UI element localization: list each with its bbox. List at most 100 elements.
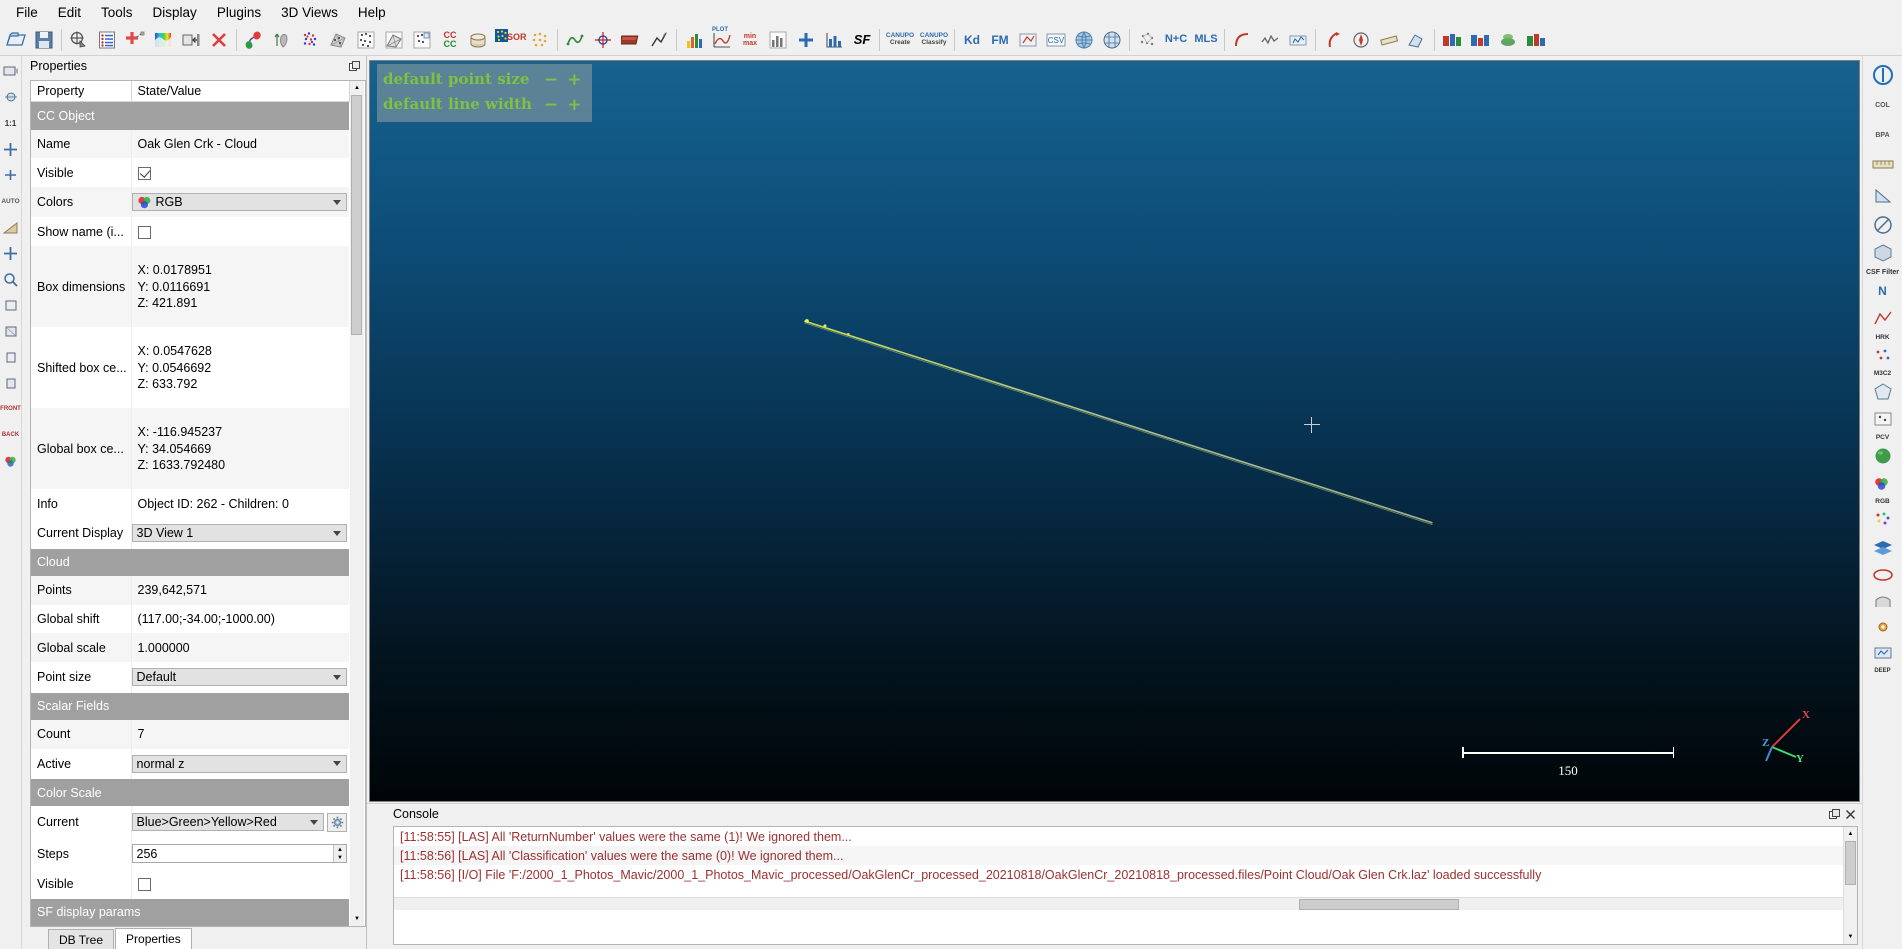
color-scale-visible-checkbox[interactable] — [138, 878, 151, 891]
section-tool-2-icon[interactable] — [1466, 27, 1494, 54]
density-icon[interactable] — [1284, 27, 1312, 54]
line-width-decrease-button[interactable]: − — [544, 93, 558, 118]
menu-item-3d-views[interactable]: 3D Views — [271, 2, 348, 23]
csf-filter-icon[interactable] — [1866, 240, 1900, 266]
ramp-icon[interactable] — [1, 214, 21, 240]
csv-matrix-icon[interactable]: CSV — [1042, 27, 1070, 54]
measure-icon[interactable] — [1375, 27, 1403, 54]
roughness-icon[interactable] — [1256, 27, 1284, 54]
view-left-icon[interactable] — [1, 344, 21, 370]
menu-item-help[interactable]: Help — [348, 2, 396, 23]
north-plugin-icon[interactable]: N — [1866, 278, 1900, 304]
point-size-decrease-button[interactable]: − — [544, 68, 558, 93]
layers-plugin-icon[interactable] — [1866, 534, 1900, 562]
scrollbar-thumb[interactable] — [351, 95, 362, 335]
steps-stepper[interactable]: 256 ▲ ▼ — [132, 844, 348, 863]
ruler-plugin-icon[interactable] — [1866, 150, 1900, 180]
globe-grid-icon[interactable] — [1098, 27, 1126, 54]
sor-filter-icon[interactable]: SOR — [492, 27, 526, 54]
spin-down-icon[interactable]: ▼ — [334, 854, 346, 863]
histogram-icon[interactable] — [680, 27, 708, 54]
bpa-plugin-icon[interactable]: BPA — [1866, 120, 1900, 150]
menu-item-display[interactable]: Display — [143, 2, 207, 23]
curvature-icon[interactable] — [1228, 27, 1256, 54]
cc-cc-icon[interactable]: CCCC — [436, 27, 464, 54]
spin-up-icon[interactable]: ▲ — [334, 845, 346, 854]
globe-icon[interactable] — [1070, 27, 1098, 54]
facet-manager-icon[interactable]: FM — [986, 27, 1014, 54]
pcv-plugin-icon[interactable] — [1866, 406, 1900, 432]
point-size-combo[interactable]: Default — [132, 668, 348, 686]
cloud-mesh-dist-icon[interactable] — [324, 27, 352, 54]
deep-plugin-icon[interactable] — [1866, 640, 1900, 666]
menu-item-file[interactable]: File — [6, 2, 48, 23]
menu-item-plugins[interactable]: Plugins — [207, 2, 271, 23]
add-point-icon[interactable] — [121, 27, 149, 54]
hrk-plugin-icon[interactable] — [1866, 304, 1900, 332]
scrollbar-track[interactable] — [350, 95, 364, 912]
normals-icon[interactable] — [268, 27, 296, 54]
kd-tree-icon[interactable]: Kd — [958, 27, 986, 54]
line-width-increase-button[interactable]: + — [567, 93, 581, 118]
ransac-icon[interactable] — [1403, 27, 1431, 54]
color-ramp-icon[interactable] — [149, 27, 177, 54]
scroll-down-icon[interactable]: ▼ — [1844, 930, 1858, 944]
polyline-icon[interactable] — [561, 27, 589, 54]
registration-icon[interactable] — [240, 27, 268, 54]
undock-icon[interactable] — [1826, 806, 1842, 822]
compass2-icon[interactable] — [1347, 27, 1375, 54]
rgb-plugin-icon[interactable] — [1866, 470, 1900, 496]
bins-icon[interactable] — [764, 27, 792, 54]
minmax-icon[interactable]: minmax — [736, 27, 764, 54]
view-right-icon[interactable] — [1, 370, 21, 396]
colors-icon[interactable] — [1, 448, 21, 474]
ellipse-plugin-icon[interactable] — [1866, 562, 1900, 588]
section-icon[interactable] — [617, 27, 645, 54]
n-plus-c-icon[interactable]: N+C — [1161, 27, 1191, 54]
scrollbar-track[interactable] — [1844, 841, 1858, 930]
global-shift-icon[interactable] — [65, 27, 93, 54]
console-hscrollbar[interactable] — [394, 897, 1843, 910]
console-hscroll-thumb[interactable] — [1299, 899, 1459, 910]
canupo-create-icon[interactable]: CANUPOCreate — [883, 27, 917, 54]
gear2-plugin-icon[interactable] — [1866, 614, 1900, 640]
ratio-1-1-icon[interactable]: 1:1 — [1, 110, 21, 136]
3d-viewport[interactable]: default point size − + default line widt… — [369, 60, 1860, 802]
clone-icon[interactable] — [177, 27, 205, 54]
camera-settings-icon[interactable] — [1, 58, 21, 84]
console-log-list[interactable]: [11:58:55] [LAS] All 'ReturnNumber' valu… — [394, 827, 1843, 944]
view-bottom-icon[interactable]: BACK — [1, 422, 21, 448]
bar-chart-icon[interactable] — [820, 27, 848, 54]
dots-orange-icon[interactable] — [526, 27, 554, 54]
point-pair-align-icon[interactable] — [589, 27, 617, 54]
close-icon[interactable] — [1842, 806, 1858, 822]
scroll-up-icon[interactable]: ▲ — [1844, 827, 1858, 841]
menu-item-tools[interactable]: Tools — [91, 2, 143, 23]
scroll-down-icon[interactable]: ▼ — [350, 912, 364, 926]
gear-icon[interactable] — [327, 813, 347, 832]
auto-pick-icon[interactable] — [1, 162, 21, 188]
tunnel-plugin-icon[interactable] — [1866, 588, 1900, 614]
angle-plugin-icon[interactable] — [1866, 180, 1900, 210]
sf-tool-icon[interactable]: SF — [848, 27, 876, 54]
console-vscrollbar[interactable]: ▲ ▼ — [1843, 827, 1857, 944]
ccviewer-icon[interactable] — [1866, 60, 1900, 90]
trace-polyline-icon[interactable] — [645, 27, 673, 54]
delete-icon[interactable] — [205, 27, 233, 54]
current-display-combo[interactable]: 3D View 1 — [132, 524, 348, 542]
section-tool-3-icon[interactable] — [1494, 27, 1522, 54]
sphere-green-icon[interactable] — [1866, 442, 1900, 470]
plot-icon[interactable]: PLOT — [708, 27, 736, 54]
steps-value[interactable]: 256 — [133, 845, 334, 862]
color-scale-combo[interactable]: Blue>Green>Yellow>Red — [132, 813, 325, 831]
properties-list-icon[interactable] — [93, 27, 121, 54]
object-centered-icon[interactable] — [1, 84, 21, 110]
section-tool-1-icon[interactable] — [1438, 27, 1466, 54]
active-sf-combo[interactable]: normal z — [132, 755, 348, 773]
slope-plugin-icon[interactable] — [1866, 210, 1900, 240]
tab-db-tree[interactable]: DB Tree — [48, 929, 114, 949]
poisson-recon-icon[interactable] — [1133, 27, 1161, 54]
view-top-icon[interactable]: FRONT — [1, 396, 21, 422]
steps-spin-buttons[interactable]: ▲ ▼ — [333, 845, 346, 862]
save-icon[interactable] — [30, 27, 58, 54]
